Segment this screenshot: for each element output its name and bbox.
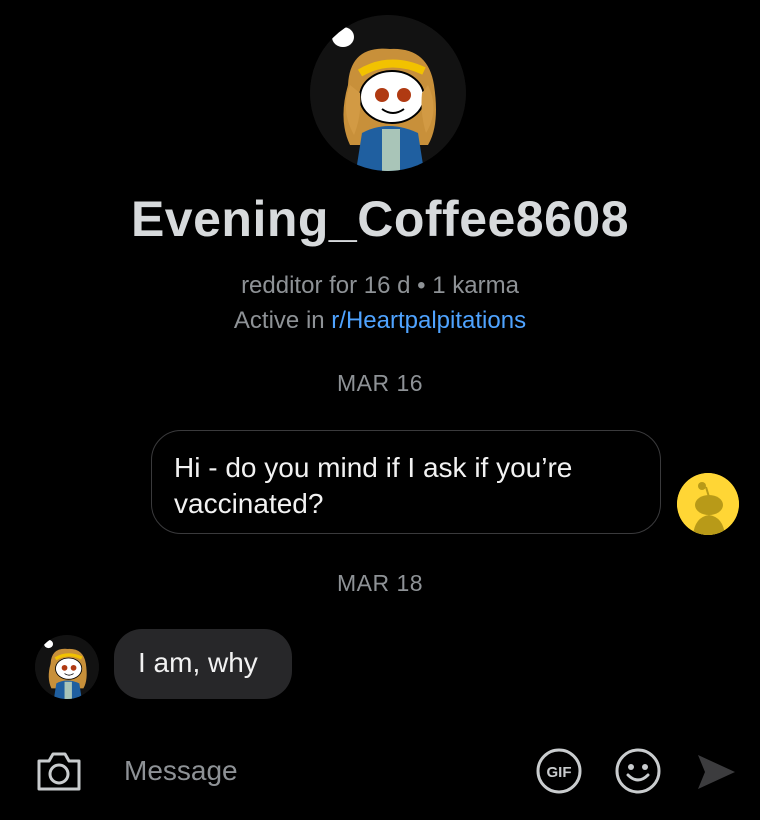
snoo-avatar-icon [310, 15, 466, 171]
date-separator: MAR 18 [336, 570, 424, 596]
gif-button[interactable]: GIF [535, 747, 583, 795]
sender-avatar[interactable] [35, 635, 99, 699]
community-link[interactable]: r/Heartpalpitations [331, 307, 526, 334]
message-composer: GIF [0, 730, 760, 820]
profile-avatar[interactable] [310, 15, 466, 171]
emoji-icon [615, 748, 661, 794]
emoji-button[interactable] [614, 747, 662, 795]
profile-username: Evening_Coffee8608 [130, 191, 630, 247]
incoming-message-bubble[interactable]: I am, why [114, 629, 292, 699]
send-button[interactable] [695, 752, 737, 792]
date-separator: MAR 16 [336, 370, 424, 396]
message-input[interactable] [110, 748, 538, 794]
my-avatar[interactable] [677, 473, 739, 535]
profile-active-line: Active in r/Heartpalpitations [0, 307, 760, 335]
camera-icon [37, 752, 81, 791]
outgoing-message-bubble[interactable]: Hi - do you mind if I ask if you’re vacc… [151, 430, 661, 534]
svg-text:GIF: GIF [547, 764, 572, 781]
snoo-avatar-icon [35, 635, 99, 699]
gif-icon: GIF [536, 748, 582, 794]
snoo-silhouette-icon [677, 473, 739, 535]
send-icon [698, 755, 735, 789]
profile-meta: redditor for 16 d • 1 karma [241, 272, 519, 299]
active-in-label: Active in [233, 307, 332, 334]
camera-button[interactable] [35, 749, 83, 793]
